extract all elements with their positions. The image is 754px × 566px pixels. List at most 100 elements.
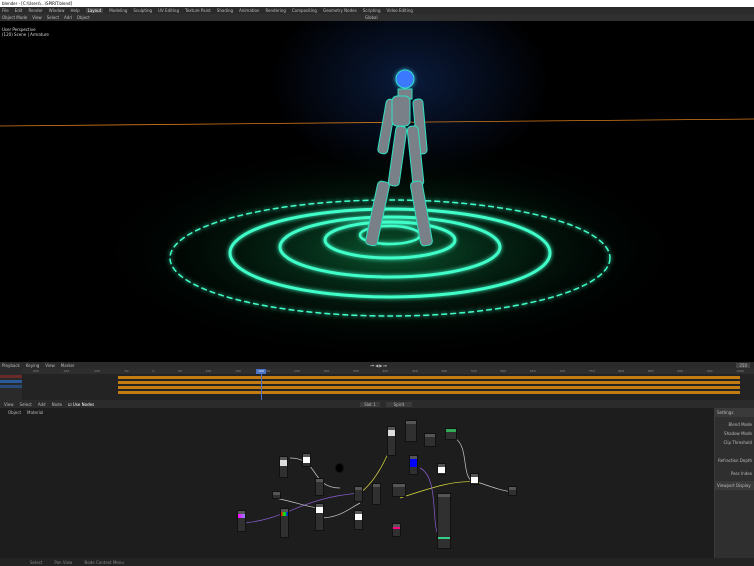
menu-edit[interactable]: Edit	[15, 8, 23, 13]
shader-node[interactable]	[392, 483, 406, 497]
menu-render[interactable]: Render	[28, 8, 42, 13]
viewport-header: Object Mode View Select Add Object Globa…	[0, 14, 754, 21]
shader-node[interactable]	[387, 426, 396, 456]
shader-node[interactable]	[437, 463, 446, 475]
use-nodes-checkbox[interactable]: ☑ Use Nodes	[68, 402, 94, 407]
tab-video-editing[interactable]: Video Editing	[387, 8, 413, 13]
settings-section[interactable]: Settings	[715, 408, 754, 417]
frame-tick: 800	[618, 369, 625, 373]
frame-tick: 100	[205, 369, 212, 373]
viewport-display-section[interactable]: Viewport Display	[715, 481, 754, 490]
transform-orientation[interactable]: Global	[365, 15, 378, 20]
tab-scripting[interactable]: Scripting	[363, 8, 381, 13]
frame-tick: 150	[235, 369, 241, 373]
shader-node[interactable]	[315, 478, 324, 496]
properties-sidebar: Settings Blend Mode Shadow Mode Clip Thr…	[714, 408, 754, 558]
shader-node[interactable]	[237, 510, 246, 532]
shader-node[interactable]	[409, 455, 418, 475]
frame-tick: 450	[411, 369, 418, 373]
channel-row[interactable]	[0, 380, 22, 383]
menu-window[interactable]: Window	[49, 8, 65, 13]
menu-playback[interactable]: Playback	[2, 363, 20, 368]
menu-object[interactable]: Object	[77, 15, 90, 20]
shader-node[interactable]	[272, 491, 281, 499]
menu-view-nodes[interactable]: View	[4, 402, 14, 407]
tab-uv-editing[interactable]: UV Editing	[158, 8, 179, 13]
status-context: Node Context Menu	[84, 559, 124, 565]
tab-sculpting[interactable]: Sculpting	[133, 8, 152, 13]
mode-select[interactable]: Object Mode	[2, 15, 27, 20]
menu-keying[interactable]: Keying	[26, 363, 39, 368]
frame-tick: 50	[178, 369, 182, 373]
keyframe-bar[interactable]	[118, 391, 740, 394]
shader-node[interactable]	[392, 523, 401, 537]
frame-tick: 350	[353, 369, 359, 373]
shader-node[interactable]	[405, 420, 417, 442]
menu-add-nodes[interactable]: Add	[38, 402, 46, 407]
status-select: Select	[30, 559, 43, 565]
tab-rendering[interactable]: Rendering	[265, 8, 285, 13]
frame-tick: 600	[500, 369, 507, 373]
frame-tick: 500	[441, 369, 448, 373]
shader-node[interactable]	[372, 483, 381, 505]
keyframe-bar[interactable]	[118, 376, 740, 379]
tab-layout[interactable]: Layout	[85, 8, 104, 13]
current-frame[interactable]: 120	[256, 369, 266, 374]
frame-tick: 850	[647, 369, 654, 373]
menu-node[interactable]: Node	[52, 402, 62, 407]
frame-tick: 700	[559, 369, 566, 373]
tab-compositing[interactable]: Compositing	[292, 8, 317, 13]
shader-node[interactable]	[280, 508, 289, 538]
node-editor-header: View Select Add Node ☑ Use Nodes Slot 1 …	[0, 400, 754, 408]
keyframe-bar[interactable]	[118, 381, 740, 384]
tab-animation[interactable]: Animation	[239, 8, 259, 13]
clip-threshold-label[interactable]: Clip Threshold	[717, 438, 752, 447]
keyframe-bar[interactable]	[118, 386, 740, 389]
frame-ruler[interactable]: -200 -150 -100 -50 0 50 100 150 200 250 300 350 400 4…	[22, 369, 754, 374]
shader-node[interactable]	[470, 473, 479, 485]
blend-mode-label[interactable]: Blend Mode	[717, 420, 752, 429]
menu-add[interactable]: Add	[64, 15, 72, 20]
shader-node[interactable]	[445, 428, 457, 440]
shader-node[interactable]	[315, 503, 324, 531]
use-nodes-label: Use Nodes	[72, 401, 95, 407]
channel-row[interactable]	[0, 385, 22, 388]
menu-marker[interactable]: Marker	[61, 363, 75, 368]
pass-index-label[interactable]: Pass Index	[717, 469, 752, 478]
shader-node[interactable]	[424, 433, 436, 447]
material-field[interactable]: Spirit	[385, 401, 413, 407]
3d-viewport[interactable]: User Perspective (120) Scene | Armature	[0, 21, 754, 362]
horizon-line	[0, 118, 754, 127]
shader-node[interactable]	[354, 486, 363, 502]
menu-view-timeline[interactable]: View	[45, 363, 55, 368]
top-menubar: File Edit Render Window Help Layout Mode…	[0, 7, 754, 14]
node-editor-canvas[interactable]: Object Material	[0, 408, 754, 566]
scene-render	[0, 69, 754, 361]
end-frame[interactable]: 250	[736, 363, 750, 368]
shader-node[interactable]	[302, 453, 311, 467]
channel-row[interactable]	[0, 375, 22, 378]
menu-select-nodes[interactable]: Select	[20, 402, 32, 407]
tab-texture-paint[interactable]: Texture Paint	[185, 8, 211, 13]
frame-tick: -100	[93, 369, 100, 373]
playback-controls[interactable]: ⏮◀▶⏭	[371, 363, 388, 368]
shader-node[interactable]	[279, 456, 288, 478]
refraction-depth-label[interactable]: Refraction Depth	[717, 456, 752, 465]
frame-tick: 550	[470, 369, 477, 373]
material-output-node[interactable]	[508, 486, 517, 496]
tab-modeling[interactable]: Modeling	[109, 8, 127, 13]
menu-help[interactable]: Help	[70, 8, 79, 13]
slot-select[interactable]: Slot 1	[360, 401, 380, 407]
menu-file[interactable]: File	[2, 8, 9, 13]
shader-node[interactable]	[335, 463, 344, 473]
shader-node[interactable]	[354, 510, 363, 530]
shadow-mode-label[interactable]: Shadow Mode	[717, 429, 752, 438]
tab-geometry-nodes[interactable]: Geometry Nodes	[323, 8, 357, 13]
menu-select[interactable]: Select	[47, 15, 59, 20]
frame-tick: 950	[706, 369, 713, 373]
menu-view[interactable]: View	[32, 15, 42, 20]
principled-bsdf-node[interactable]	[437, 493, 451, 549]
frame-tick: 650	[529, 369, 536, 373]
tab-shading[interactable]: Shading	[217, 8, 233, 13]
channel-list[interactable]	[0, 369, 22, 400]
